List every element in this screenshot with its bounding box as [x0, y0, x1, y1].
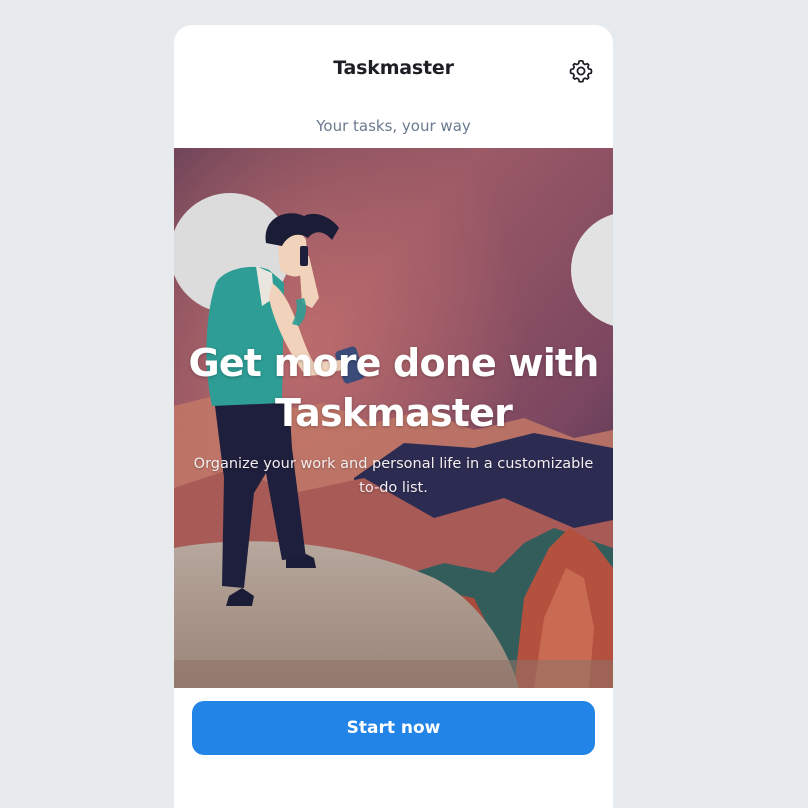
hero-subheading: Organize your work and personal life in … — [193, 456, 594, 496]
hero-banner: Get more done with Taskmaster Organize y… — [174, 148, 613, 688]
app-title: Taskmaster — [333, 57, 454, 79]
gear-icon — [569, 59, 593, 83]
app-screen: Taskmaster Your tasks, your way Get more… — [174, 25, 613, 808]
start-now-button[interactable]: Start now — [192, 701, 595, 755]
tagline: Your tasks, your way — [316, 117, 471, 135]
hero-heading: Get more done with Taskmaster — [188, 341, 599, 435]
header: Taskmaster — [174, 25, 613, 115]
hero-text: Get more done with Taskmaster Organize y… — [174, 338, 613, 500]
settings-button[interactable] — [565, 55, 597, 87]
